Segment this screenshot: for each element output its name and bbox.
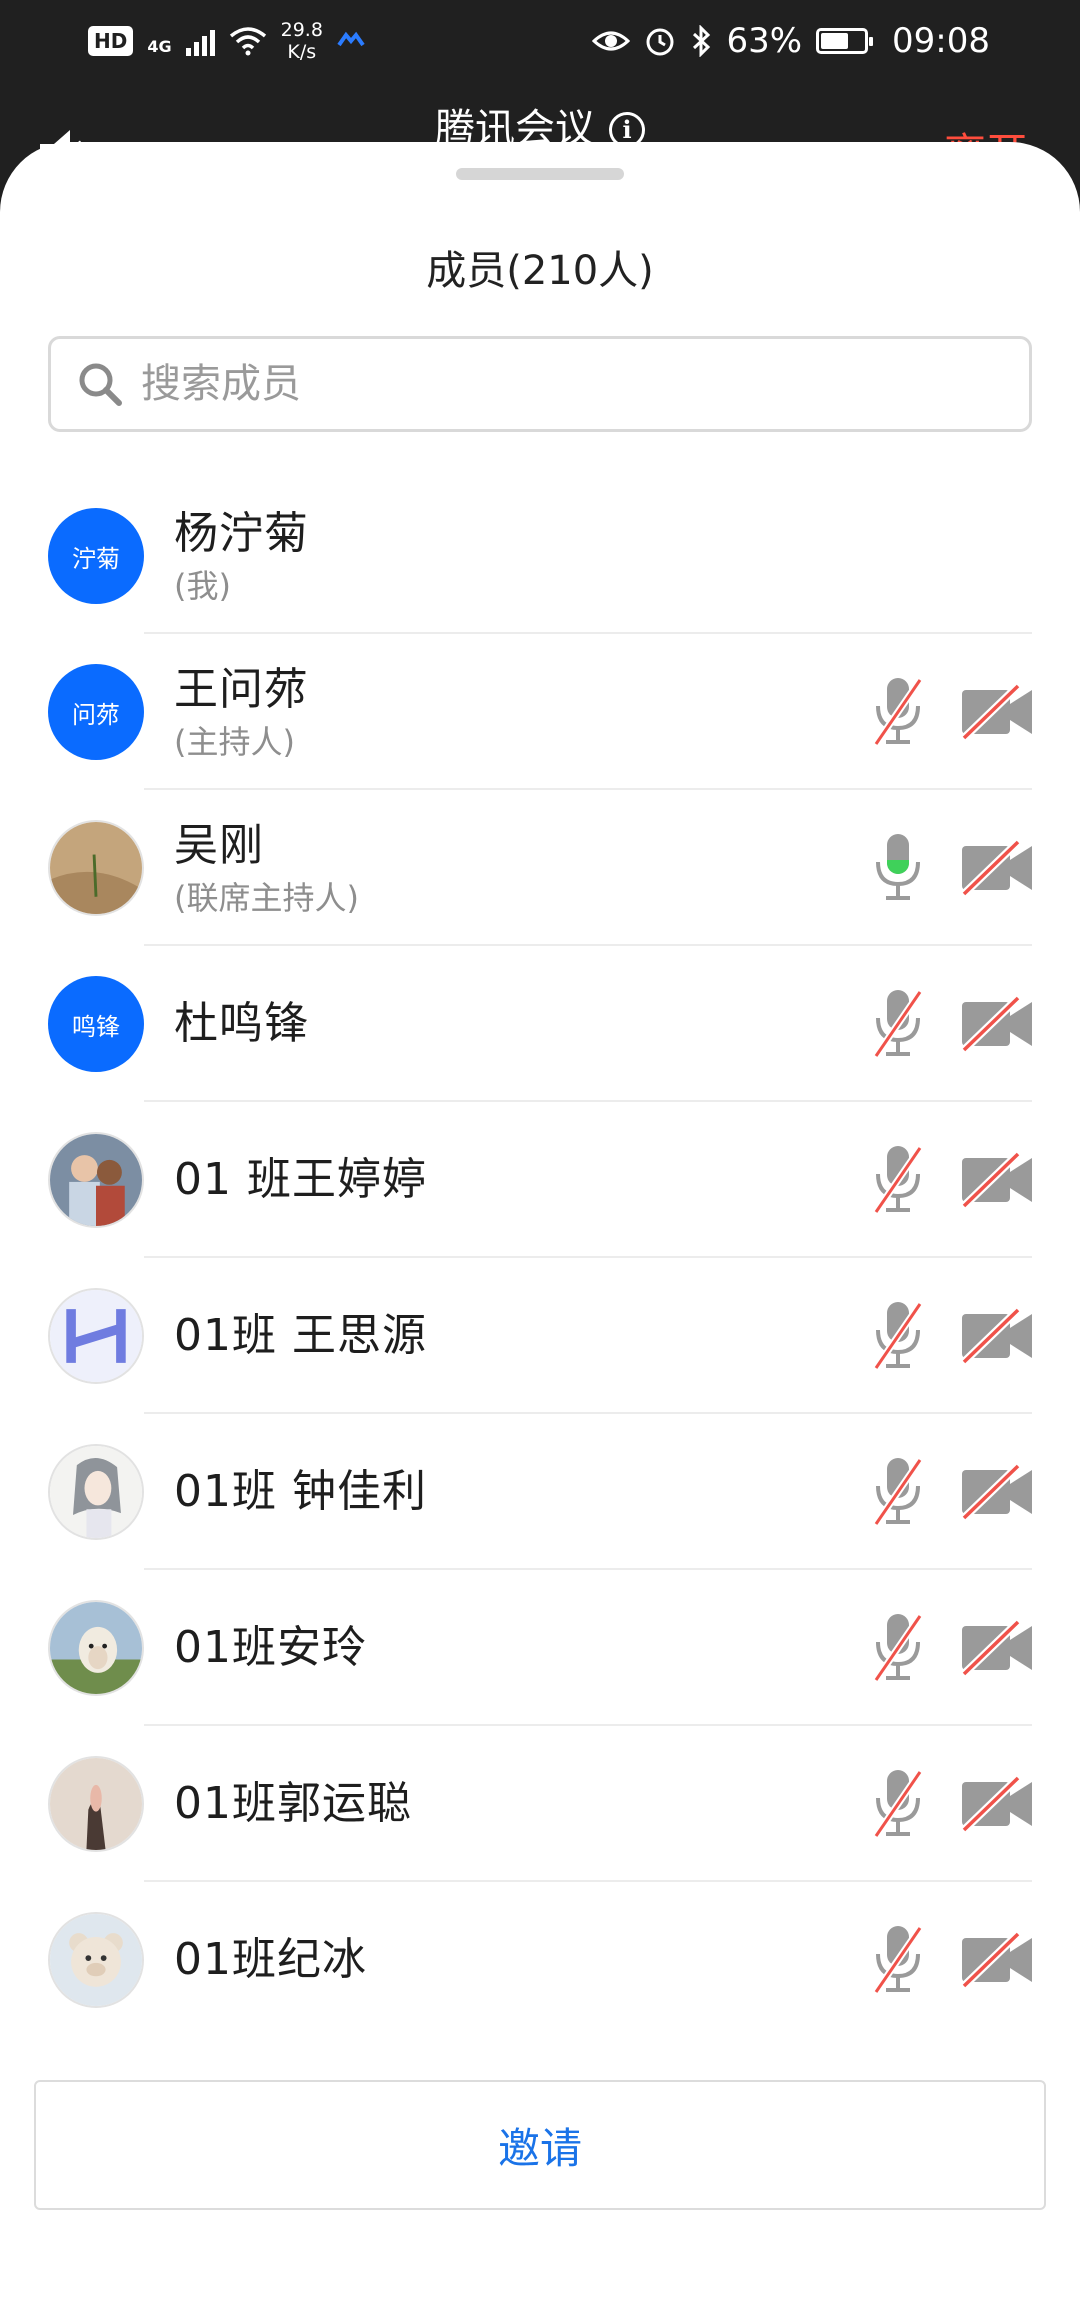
member-name: 01班郭运聪: [174, 1778, 412, 1829]
network-type: 4G: [147, 37, 172, 56]
avatar: 鸣锋: [48, 976, 144, 1072]
mic-muted-icon[interactable]: [872, 1142, 924, 1218]
member-row[interactable]: 01班 王思源: [0, 1258, 1080, 1414]
battery-icon: [816, 28, 874, 54]
alarm-icon: [646, 28, 674, 56]
mic-muted-icon[interactable]: [872, 1922, 924, 1998]
wifi-icon: [229, 27, 266, 56]
member-info: 01班纪冰: [174, 1882, 367, 2038]
hd-icon: HD: [88, 26, 134, 56]
member-info: 01 班王婷婷: [174, 1102, 427, 1258]
member-name: 杜鸣锋: [174, 998, 309, 1049]
member-row[interactable]: 问茒 王问茒 (主持人): [0, 634, 1080, 790]
search-box[interactable]: [48, 336, 1032, 432]
camera-off-icon[interactable]: [960, 840, 1034, 896]
camera-off-icon[interactable]: [960, 684, 1034, 740]
mic-muted-icon[interactable]: [872, 986, 924, 1062]
member-name: 杨泞菊: [174, 508, 309, 559]
members-sheet: 成员(210人) 泞菊 杨泞菊 (我) 问茒 王问茒 (主持人) 吴刚 (联席主持人) 鸣锋 杜…: [0, 142, 1080, 2312]
clock: 09:08: [892, 21, 990, 61]
member-info: 杜鸣锋: [174, 946, 309, 1102]
member-name: 01班 王思源: [174, 1310, 427, 1361]
member-row[interactable]: 鸣锋 杜鸣锋: [0, 946, 1080, 1102]
camera-off-icon[interactable]: [960, 1620, 1034, 1676]
member-role: (我): [174, 567, 231, 605]
eye-icon: [592, 31, 631, 51]
battery-percent: 63%: [726, 21, 803, 61]
avatar: [48, 1912, 144, 2008]
avatar: [48, 1600, 144, 1696]
avatar: 问茒: [48, 664, 144, 760]
status-bar: HD 4G 29.8 K/s 63% 09:08: [0, 0, 1080, 82]
member-list: 泞菊 杨泞菊 (我) 问茒 王问茒 (主持人) 吴刚 (联席主持人) 鸣锋 杜鸣锋 01 班王婷婷…: [0, 478, 1080, 2038]
speed-unit: K/s: [287, 41, 317, 63]
signal-icon: [185, 26, 215, 56]
mic-muted-icon[interactable]: [872, 1298, 924, 1374]
member-row[interactable]: 01 班王婷婷: [0, 1102, 1080, 1258]
mic-active-icon[interactable]: [872, 830, 924, 906]
member-name: 吴刚: [174, 820, 264, 871]
member-name: 01班纪冰: [174, 1934, 367, 1985]
member-role: (主持人): [174, 723, 295, 761]
network-speed: 29.8 K/s: [281, 19, 323, 63]
camera-off-icon[interactable]: [960, 996, 1034, 1052]
mic-muted-icon[interactable]: [872, 1766, 924, 1842]
member-info: 杨泞菊 (我): [174, 478, 309, 634]
member-row[interactable]: 泞菊 杨泞菊 (我): [0, 478, 1080, 634]
camera-off-icon[interactable]: [960, 1464, 1034, 1520]
mic-muted-icon[interactable]: [872, 1454, 924, 1530]
search-input[interactable]: [141, 361, 1001, 407]
member-info: 01班郭运聪: [174, 1726, 412, 1882]
avatar-initials: 问茒: [72, 700, 120, 729]
avatar: [48, 1444, 144, 1540]
avatar: [48, 1288, 144, 1384]
avatar-initials: 鸣锋: [72, 1012, 120, 1041]
member-info: 01班 钟佳利: [174, 1414, 427, 1570]
camera-off-icon[interactable]: [960, 1152, 1034, 1208]
drag-handle[interactable]: [456, 168, 624, 180]
member-name: 王问茒: [174, 664, 309, 715]
member-info: 01班 王思源: [174, 1258, 427, 1414]
member-row[interactable]: 吴刚 (联席主持人): [0, 790, 1080, 946]
member-role: (联席主持人): [174, 879, 359, 917]
camera-off-icon[interactable]: [960, 1932, 1034, 1988]
member-row[interactable]: 01班郭运聪: [0, 1726, 1080, 1882]
member-row[interactable]: 01班安玲: [0, 1570, 1080, 1726]
member-name: 01 班王婷婷: [174, 1154, 427, 1205]
avatar-initials: 泞菊: [72, 544, 120, 573]
camera-off-icon[interactable]: [960, 1308, 1034, 1364]
member-row[interactable]: 01班 钟佳利: [0, 1414, 1080, 1570]
member-name: 01班 钟佳利: [174, 1466, 427, 1517]
app-notification-icon: [337, 26, 365, 56]
avatar: 泞菊: [48, 508, 144, 604]
member-info: 吴刚 (联席主持人): [174, 790, 359, 946]
camera-off-icon[interactable]: [960, 1776, 1034, 1832]
bluetooth-icon: [693, 25, 711, 57]
avatar: [48, 820, 144, 916]
mic-muted-icon[interactable]: [872, 1610, 924, 1686]
invite-button[interactable]: 邀请: [34, 2080, 1046, 2210]
avatar: [48, 1132, 144, 1228]
sheet-title: 成员(210人): [426, 248, 654, 294]
mic-muted-icon[interactable]: [872, 674, 924, 750]
member-name: 01班安玲: [174, 1622, 367, 1673]
member-info: 王问茒 (主持人): [174, 634, 309, 790]
search-icon: [79, 363, 122, 406]
avatar: [48, 1756, 144, 1852]
status-left: HD 4G 29.8 K/s: [88, 19, 365, 63]
member-row[interactable]: 01班纪冰: [0, 1882, 1080, 2038]
speed-value: 29.8: [280, 19, 323, 41]
status-right: 63% 09:08: [592, 21, 990, 61]
member-info: 01班安玲: [174, 1570, 367, 1726]
